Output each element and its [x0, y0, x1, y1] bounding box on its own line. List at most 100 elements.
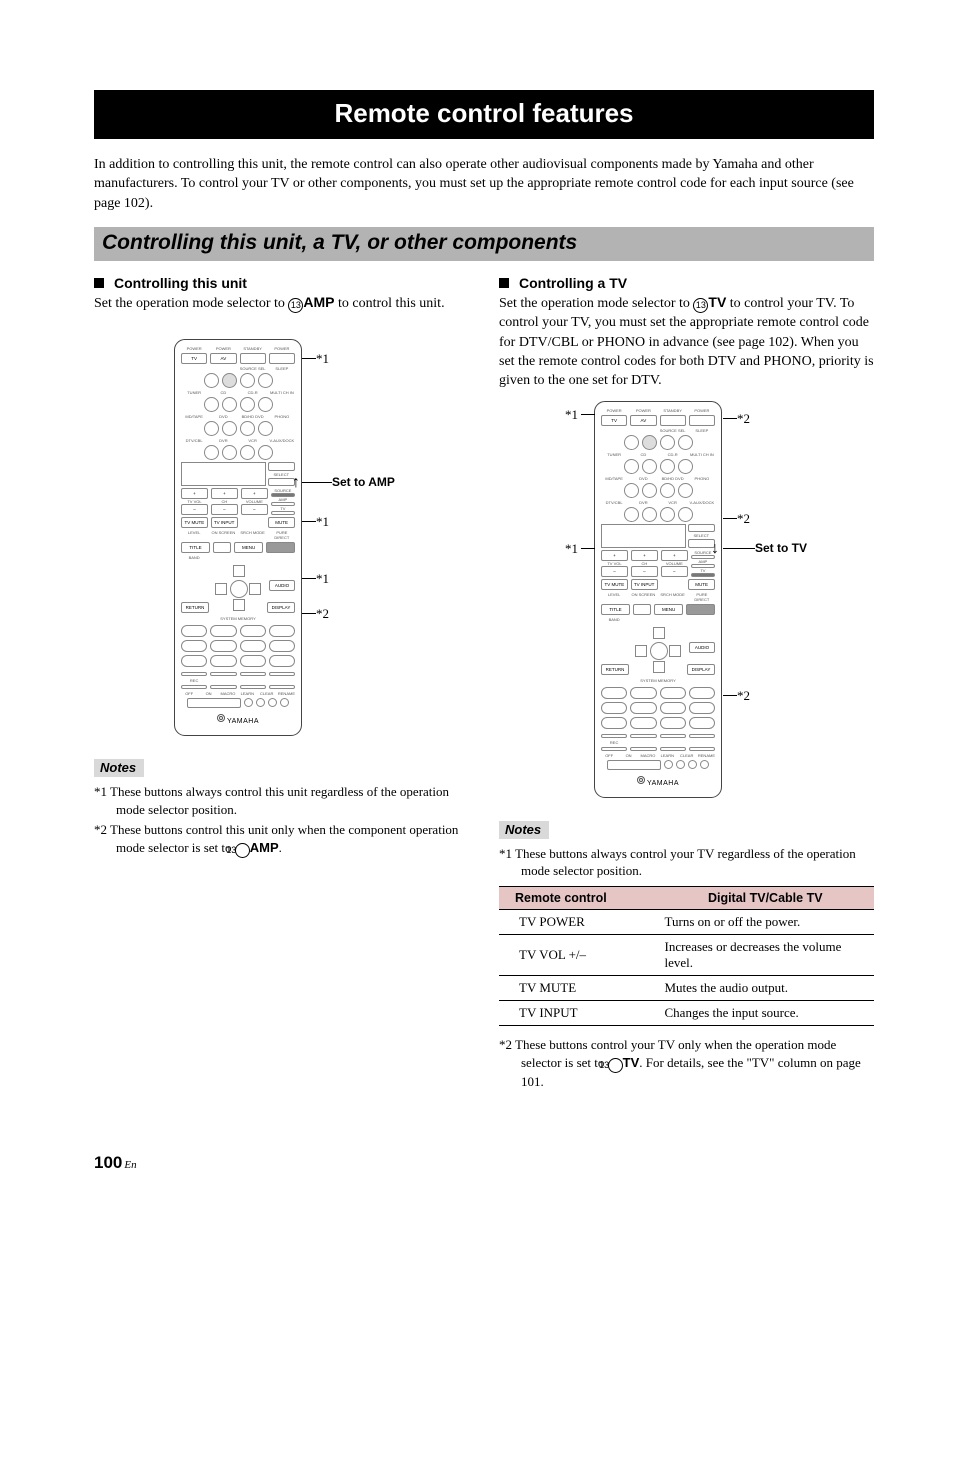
- rlbl: POWER: [269, 346, 295, 351]
- rbtn: [181, 672, 207, 676]
- rcirc: [258, 445, 273, 460]
- remote-illustration: POWERPOWERSTANDBYPOWER TVAV SOURCE SELSL…: [594, 401, 722, 798]
- rcirc: [210, 640, 236, 652]
- rbtn: [689, 734, 715, 738]
- callout-star2: *2: [737, 688, 750, 704]
- rcirc: [688, 760, 697, 769]
- rlbl: [601, 428, 627, 433]
- rlbl: BD/HD DVD: [660, 476, 686, 481]
- rbtn: [689, 747, 715, 751]
- rcirc: [258, 397, 273, 412]
- rbtn: –: [181, 504, 208, 515]
- rbtn: [210, 672, 236, 676]
- rcirc: [689, 717, 715, 729]
- rcirc: [664, 760, 673, 769]
- circled-number-icon: 13: [693, 298, 708, 313]
- page-footer: 100En: [94, 1153, 874, 1173]
- rcirc: [181, 640, 207, 652]
- rbtn: [601, 747, 627, 751]
- rlbl: SLEEP: [689, 428, 715, 433]
- circled-number-icon: 13: [235, 843, 250, 858]
- rcirc: [642, 435, 657, 450]
- rbtn: [660, 734, 686, 738]
- rlbl: SLEEP: [269, 366, 295, 371]
- rlbl: POWER: [210, 346, 236, 351]
- rbtn: [213, 542, 231, 553]
- rbtn: [607, 760, 660, 770]
- rlbl: [210, 555, 236, 560]
- left-note-2: *2 These buttons control this unit only …: [94, 821, 469, 858]
- rlbl: LEARN: [239, 691, 255, 696]
- rlbl: [269, 555, 295, 560]
- rcirc: [660, 717, 686, 729]
- callout-star1: *1: [316, 571, 329, 587]
- rbtn: –: [211, 504, 238, 515]
- rlbl: TUNER: [601, 452, 627, 457]
- callout-star2: *2: [737, 411, 750, 427]
- rbtn: –: [241, 504, 268, 515]
- rlbl: MULTI CH IN: [689, 452, 715, 457]
- rbtn: [601, 734, 627, 738]
- rcirc: [660, 459, 675, 474]
- rlbl: [269, 678, 295, 683]
- rlbl: POWER: [601, 408, 627, 413]
- section-heading: Controlling this unit, a TV, or other co…: [94, 227, 874, 261]
- down-arrow-icon: ↓: [711, 540, 719, 558]
- notes-label: Notes: [499, 821, 549, 839]
- rlbl: AMP: [691, 559, 715, 564]
- rcirc: [240, 373, 255, 388]
- rbtn: [269, 685, 295, 689]
- circled-number-icon: 13: [608, 1058, 623, 1073]
- rcirc: [660, 483, 675, 498]
- rbtn: RETURN: [181, 602, 209, 613]
- callout-star1: *1: [316, 351, 329, 367]
- rbtn: MENU: [654, 604, 683, 615]
- rlbl: [630, 740, 656, 745]
- right-remote-area: POWERPOWERSTANDBYPOWER TVAV SOURCE SELSL…: [499, 401, 874, 791]
- rcirc: [660, 507, 675, 522]
- rlbl: [660, 740, 686, 745]
- rlbl: BAND: [181, 555, 207, 560]
- table-cell: Mutes the audio output.: [657, 976, 875, 1001]
- right-paragraph: Set the operation mode selector to 13TV …: [499, 293, 874, 391]
- rlbl: PURE DIRECT: [269, 530, 295, 540]
- left-column: Controlling this unit Set the operation …: [94, 271, 469, 1093]
- rlbl: STANDBY: [660, 408, 686, 413]
- rlbl: SOURCE SEL: [660, 428, 686, 433]
- rlbl: SELECT: [688, 533, 716, 538]
- table-cell: TV VOL +/–: [499, 935, 657, 976]
- rlbl: VCR: [240, 438, 266, 443]
- rlbl: [240, 678, 266, 683]
- right-column: Controlling a TV Set the operation mode …: [499, 271, 874, 1093]
- right-note-2: *2 These buttons control your TV only wh…: [499, 1036, 874, 1091]
- rlbl: POWER: [181, 346, 207, 351]
- rbtn: +: [631, 550, 658, 561]
- rbtn: [660, 747, 686, 751]
- rlbl: TV: [691, 568, 715, 573]
- mode-slider: [691, 573, 715, 577]
- rbtn: TV MUTE: [601, 579, 628, 590]
- rcirc: [689, 702, 715, 714]
- rbtn: RETURN: [601, 664, 629, 675]
- right-subheading-text: Controlling a TV: [519, 275, 627, 291]
- rcirc: [700, 760, 709, 769]
- left-arrow-icon: [215, 583, 227, 595]
- rlbl: [689, 740, 715, 745]
- rcirc: [624, 435, 639, 450]
- table-row: TV INPUTChanges the input source.: [499, 1001, 874, 1026]
- rbtn: TV INPUT: [631, 579, 658, 590]
- rlbl: [689, 617, 715, 622]
- rbtn: –: [661, 566, 688, 577]
- rcirc: [642, 459, 657, 474]
- rbtn: [268, 462, 296, 471]
- rcirc: [630, 702, 656, 714]
- rlbl: LEVEL: [181, 530, 207, 540]
- brand-wordmark: YAMAHA: [181, 714, 295, 725]
- program-grid: [601, 687, 715, 729]
- rcirc: [204, 445, 219, 460]
- table-row: TV POWERTurns on or off the power.: [499, 910, 874, 935]
- rcirc: [222, 445, 237, 460]
- rcirc: [240, 655, 266, 667]
- rlbl: MULTI CH IN: [269, 390, 295, 395]
- rbtn: AV: [630, 415, 656, 426]
